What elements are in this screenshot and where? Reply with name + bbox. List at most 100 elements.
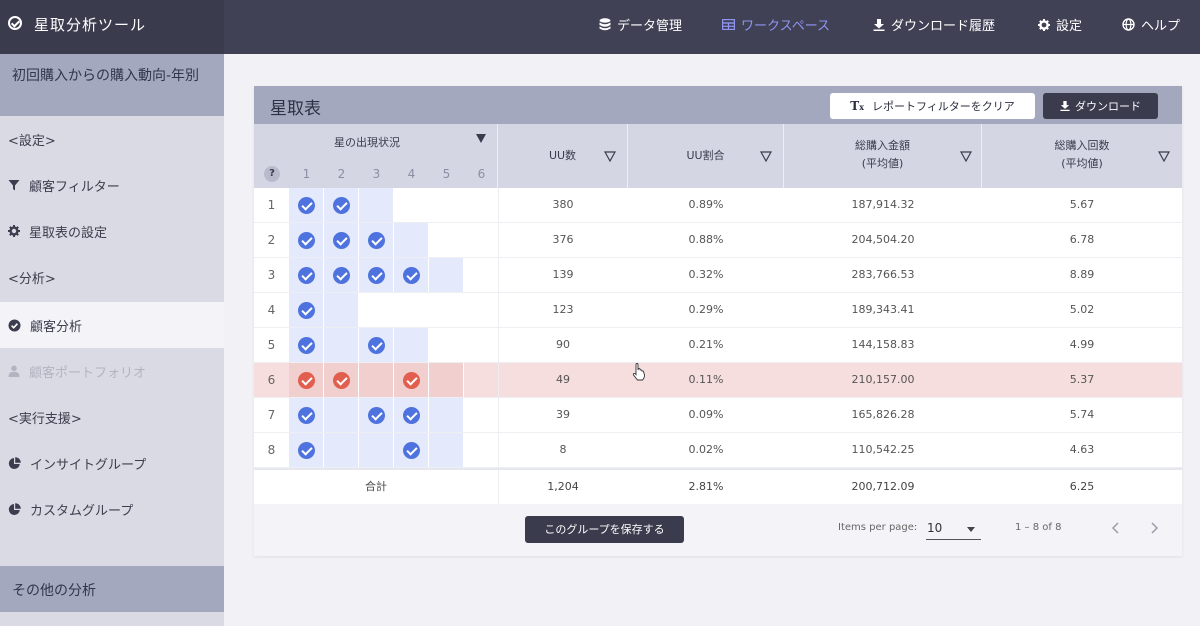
items-per-page-select[interactable]: 10 xyxy=(926,518,981,540)
star-cell xyxy=(289,328,324,362)
nav-settings[interactable]: 設定 xyxy=(1038,15,1082,34)
nav-workspace[interactable]: ワークスペース xyxy=(722,15,830,34)
star-cell xyxy=(429,328,464,362)
sidebar-item-custom-group[interactable]: カスタムグループ xyxy=(0,486,224,532)
sidebar-item-label: カスタムグループ xyxy=(30,503,134,519)
table-row[interactable]: 2 376 0.88% 204,504.20 6.78 xyxy=(254,223,1182,258)
uu-count-cell: 8 xyxy=(559,443,567,456)
uu-count-cell: 123 xyxy=(552,303,574,316)
table-row[interactable]: 5 90 0.21% 144,158.83 4.99 xyxy=(254,328,1182,363)
star-col-6: 6 xyxy=(477,167,486,181)
check-circle-icon[interactable] xyxy=(298,337,315,354)
top-nav: データ管理 ワークスペース ダウンロード履歴 設定 ヘルプ xyxy=(224,0,1200,54)
sidebar-other-analysis[interactable]: その他の分析 xyxy=(0,566,224,612)
check-circle-icon[interactable] xyxy=(403,372,420,389)
uu-ratio-cell: 0.09% xyxy=(688,408,724,421)
star-cell xyxy=(324,293,359,327)
check-circle-icon xyxy=(8,16,22,30)
star-cell xyxy=(464,328,499,362)
check-circle-icon[interactable] xyxy=(298,267,315,284)
check-circle-icon[interactable] xyxy=(368,267,385,284)
check-circle-icon[interactable] xyxy=(298,232,315,249)
clear-filter-button[interactable]: Tx レポートフィルターをクリア xyxy=(830,93,1035,119)
check-circle-icon[interactable] xyxy=(403,442,420,459)
table-header: 星の出現状況 ? 1 2 3 4 5 6 UU数 UU割合 総購入金額 (平均値… xyxy=(254,124,1182,188)
check-circle-icon[interactable] xyxy=(298,197,315,214)
table-row[interactable]: 1 380 0.89% 187,914.32 5.67 xyxy=(254,188,1182,223)
total-amount-cell: 204,504.20 xyxy=(851,233,915,246)
check-circle-icon[interactable] xyxy=(298,442,315,459)
user-icon xyxy=(8,365,20,377)
clear-format-icon: Tx xyxy=(850,99,864,113)
star-cell xyxy=(359,363,394,397)
check-circle-icon[interactable] xyxy=(368,407,385,424)
star-cell xyxy=(289,188,324,222)
star-cell xyxy=(429,398,464,432)
nav-help[interactable]: ヘルプ xyxy=(1122,15,1180,34)
check-circle-icon[interactable] xyxy=(298,372,315,389)
clear-filter-label: レポートフィルターをクリア xyxy=(871,100,1015,113)
check-circle-icon[interactable] xyxy=(333,267,350,284)
nav-data-management-label: データ管理 xyxy=(617,19,683,34)
filter-outline-icon[interactable] xyxy=(960,151,972,162)
star-cell xyxy=(429,293,464,327)
table-row[interactable]: 6 49 0.11% 210,157.00 5.37 xyxy=(254,363,1182,398)
filter-outline-icon[interactable] xyxy=(760,151,772,162)
app-title: 星取分析ツール xyxy=(34,16,147,34)
nav-data-management[interactable]: データ管理 xyxy=(599,15,682,34)
download-button[interactable]: ダウンロード xyxy=(1043,93,1158,119)
chevron-right-icon[interactable] xyxy=(1144,518,1164,538)
page-range: 1 – 8 of 8 xyxy=(1015,522,1062,533)
check-circle-icon[interactable] xyxy=(368,337,385,354)
star-cell xyxy=(394,398,429,432)
row-index: 1 xyxy=(267,198,276,212)
sidebar-item-customer-filter[interactable]: 顧客フィルター xyxy=(0,162,224,208)
star-cell xyxy=(324,258,359,292)
table-row[interactable]: 3 139 0.32% 283,766.53 8.89 xyxy=(254,258,1182,293)
nav-download-history[interactable]: ダウンロード履歴 xyxy=(873,15,995,34)
star-cell xyxy=(429,223,464,257)
table-row[interactable]: 8 8 0.02% 110,542.25 4.63 xyxy=(254,433,1182,468)
check-circle-icon[interactable] xyxy=(368,232,385,249)
table-icon xyxy=(722,19,735,30)
chevron-left-icon[interactable] xyxy=(1106,518,1126,538)
star-column-header: 星の出現状況 ? 1 2 3 4 5 6 xyxy=(254,124,498,188)
star-cell xyxy=(289,293,324,327)
help-icon[interactable]: ? xyxy=(264,166,280,182)
sidebar-item-insight-group[interactable]: インサイトグループ xyxy=(0,440,224,486)
check-circle-icon[interactable] xyxy=(298,407,315,424)
check-circle-icon xyxy=(8,319,21,331)
total-uu: 1,204 xyxy=(547,480,579,493)
filter-outline-icon[interactable] xyxy=(604,151,616,162)
table-row[interactable]: 7 39 0.09% 165,826.28 5.74 xyxy=(254,398,1182,433)
sidebar-item-star-settings[interactable]: 星取表の設定 xyxy=(0,208,224,254)
star-cell xyxy=(324,328,359,362)
app-logo[interactable]: 星取分析ツール xyxy=(0,0,224,54)
star-cell xyxy=(289,433,324,467)
filter-outline-icon[interactable] xyxy=(1158,151,1170,162)
sidebar-item-customer-analysis[interactable]: 顧客分析 xyxy=(0,302,224,348)
pie-chart-icon xyxy=(8,502,21,515)
total-count-cell: 5.37 xyxy=(1069,373,1095,386)
check-circle-icon[interactable] xyxy=(298,302,315,319)
save-group-button[interactable]: このグループを保存する xyxy=(525,516,684,543)
star-cell xyxy=(359,293,394,327)
total-ratio: 2.81% xyxy=(688,480,724,493)
total-label: 合計 xyxy=(365,480,387,493)
uu-count-cell: 39 xyxy=(556,408,570,421)
star-cell xyxy=(464,258,499,292)
check-circle-icon[interactable] xyxy=(333,197,350,214)
check-circle-icon[interactable] xyxy=(403,267,420,284)
sidebar-item-customer-portfolio[interactable]: 顧客ポートフォリオ xyxy=(0,348,224,394)
check-circle-icon[interactable] xyxy=(333,372,350,389)
sort-down-icon[interactable] xyxy=(476,134,486,143)
uu-count-header: UU数 xyxy=(498,124,628,188)
check-circle-icon[interactable] xyxy=(403,407,420,424)
star-cell xyxy=(429,258,464,292)
star-col-1: 1 xyxy=(302,167,311,181)
uu-ratio-cell: 0.02% xyxy=(688,443,724,456)
table-row[interactable]: 4 123 0.29% 189,343.41 5.02 xyxy=(254,293,1182,328)
check-circle-icon[interactable] xyxy=(333,232,350,249)
total-count-label: 総購入回数 xyxy=(1054,139,1110,152)
total-amount-cell: 189,343.41 xyxy=(851,303,915,316)
